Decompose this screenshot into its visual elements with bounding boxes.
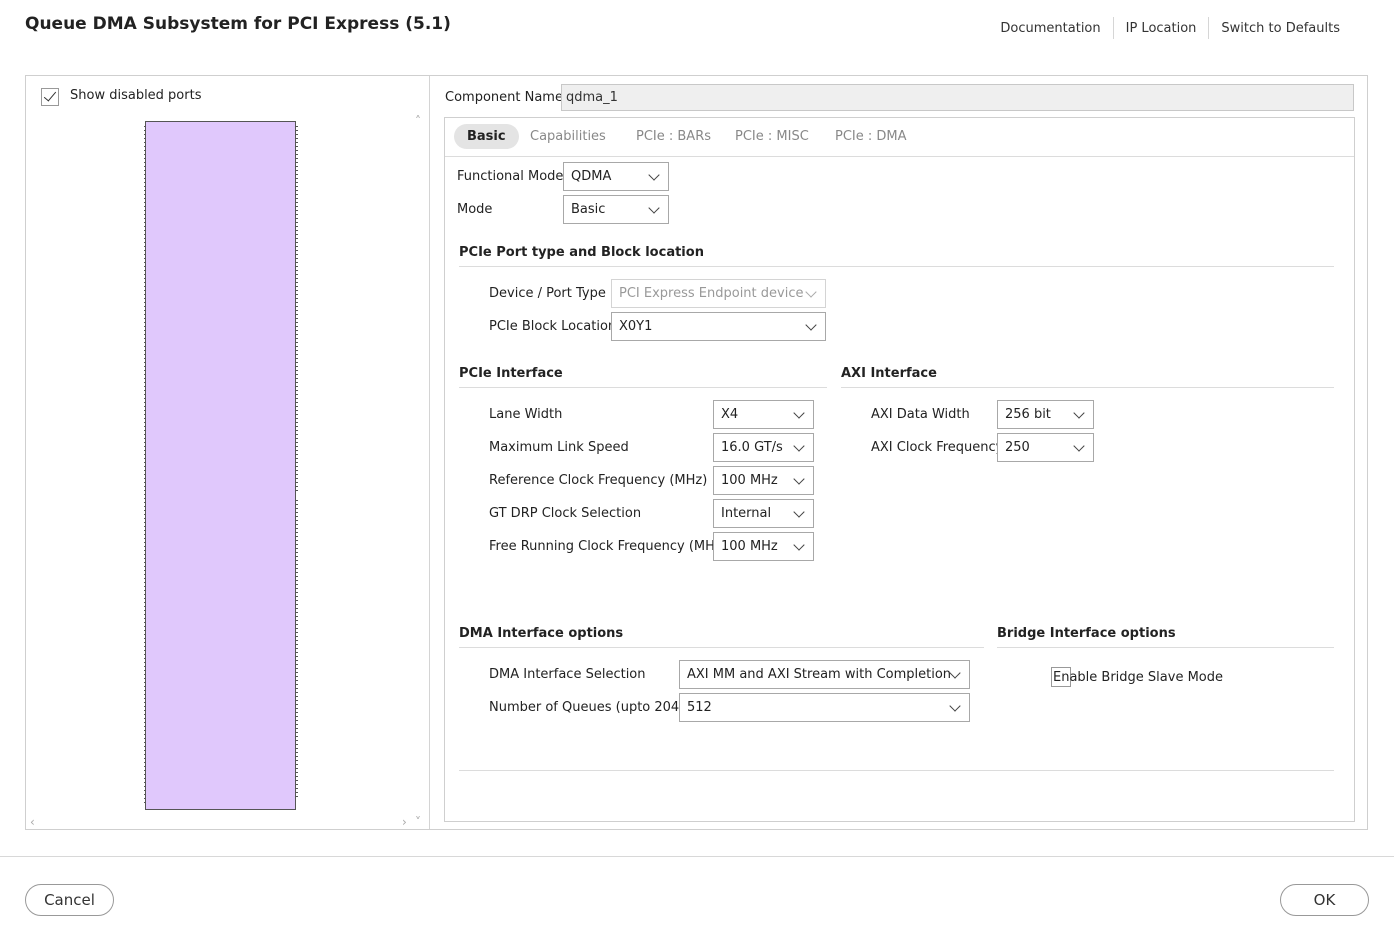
- axi-clock-value: 250: [1005, 440, 1030, 455]
- chevron-down-icon: [793, 539, 805, 551]
- ref-clock-label: Reference Clock Frequency (MHz): [489, 473, 708, 488]
- dma-interface-title: DMA Interface options: [459, 626, 624, 641]
- section-rule: [459, 387, 827, 388]
- num-queues-label: Number of Queues (upto 2048): [489, 700, 693, 715]
- header-links: Documentation IP Location Switch to Defa…: [988, 17, 1352, 39]
- axi-data-width-value: 256 bit: [1005, 407, 1051, 422]
- section-rule: [997, 647, 1334, 648]
- num-queues-select[interactable]: 512: [679, 693, 970, 722]
- pcie-interface-title: PCIe Interface: [459, 366, 563, 381]
- mode-select[interactable]: Basic: [563, 195, 669, 224]
- axi-interface-title: AXI Interface: [841, 366, 937, 381]
- show-disabled-ports-label: Show disabled ports: [70, 88, 202, 103]
- axi-clock-label: AXI Clock Frequency: [871, 440, 1004, 455]
- dialog-title: Queue DMA Subsystem for PCI Express (5.1…: [25, 14, 451, 34]
- tab-pcie-bars[interactable]: PCIe : BARs: [623, 124, 724, 149]
- tab-capabilities[interactable]: Capabilities: [517, 124, 619, 149]
- max-link-speed-label: Maximum Link Speed: [489, 440, 629, 455]
- lane-width-select[interactable]: X4: [713, 400, 814, 429]
- mode-value: Basic: [571, 202, 606, 217]
- functional-mode-label: Functional Mode: [457, 169, 564, 184]
- dma-selection-value: AXI MM and AXI Stream with Completion: [687, 667, 952, 682]
- device-port-type-value: PCI Express Endpoint device: [619, 286, 804, 301]
- tab-basic[interactable]: Basic: [454, 124, 519, 149]
- ip-block-symbol[interactable]: [145, 121, 296, 810]
- block-location-label: PCIe Block Location: [489, 319, 617, 334]
- section-rule: [459, 266, 1334, 267]
- chevron-down-icon: [949, 667, 961, 679]
- tab-pcie-dma[interactable]: PCIe : DMA: [822, 124, 920, 149]
- free-running-value: 100 MHz: [721, 539, 778, 554]
- dma-selection-select[interactable]: AXI MM and AXI Stream with Completion: [679, 660, 970, 689]
- gt-drp-select[interactable]: Internal: [713, 499, 814, 528]
- axi-data-width-label: AXI Data Width: [871, 407, 970, 422]
- component-name-input[interactable]: qdma_1: [561, 84, 1354, 111]
- functional-mode-value: QDMA: [571, 169, 612, 184]
- chevron-down-icon: [1073, 440, 1085, 452]
- scroll-up-icon[interactable]: ˄: [415, 115, 421, 127]
- section-rule: [459, 647, 984, 648]
- chevron-down-icon: [793, 407, 805, 419]
- documentation-link[interactable]: Documentation: [988, 21, 1112, 36]
- functional-mode-select[interactable]: QDMA: [563, 162, 669, 191]
- scroll-down-icon[interactable]: ˅: [415, 816, 421, 828]
- free-running-select[interactable]: 100 MHz: [713, 532, 814, 561]
- scroll-right-icon[interactable]: ›: [402, 816, 407, 828]
- axi-clock-select[interactable]: 250: [997, 433, 1094, 462]
- gt-drp-label: GT DRP Clock Selection: [489, 506, 642, 521]
- bridge-slave-mode-label: Enable Bridge Slave Mode: [1053, 670, 1223, 685]
- section-rule: [841, 387, 1334, 388]
- bridge-interface-title: Bridge Interface options: [997, 626, 1176, 641]
- lane-width-value: X4: [721, 407, 739, 422]
- chevron-down-icon: [793, 473, 805, 485]
- tab-divider: [445, 156, 1354, 157]
- scroll-left-icon[interactable]: ‹: [30, 816, 35, 828]
- chevron-down-icon: [1073, 407, 1085, 419]
- axi-data-width-select[interactable]: 256 bit: [997, 400, 1094, 429]
- mode-label: Mode: [457, 202, 493, 217]
- block-location-select[interactable]: X0Y1: [611, 312, 826, 341]
- chevron-down-icon: [648, 169, 660, 181]
- lane-width-label: Lane Width: [489, 407, 563, 422]
- max-link-speed-value: 16.0 GT/s: [721, 440, 783, 455]
- footer-divider: [0, 856, 1394, 857]
- max-link-speed-select[interactable]: 16.0 GT/s: [713, 433, 814, 462]
- show-disabled-ports-checkbox[interactable]: [41, 88, 59, 106]
- content-bottom-rule: [459, 770, 1334, 771]
- device-port-type-label: Device / Port Type: [489, 286, 606, 301]
- ref-clock-select[interactable]: 100 MHz: [713, 466, 814, 495]
- cancel-button[interactable]: Cancel: [25, 884, 114, 916]
- block-location-value: X0Y1: [619, 319, 653, 334]
- num-queues-value: 512: [687, 700, 712, 715]
- free-running-label: Free Running Clock Frequency (MHz): [489, 539, 727, 554]
- ref-clock-value: 100 MHz: [721, 473, 778, 488]
- chevron-down-icon: [805, 286, 817, 298]
- chevron-down-icon: [793, 506, 805, 518]
- chevron-down-icon: [949, 700, 961, 712]
- chevron-down-icon: [805, 319, 817, 331]
- dma-selection-label: DMA Interface Selection: [489, 667, 646, 682]
- port-section-title: PCIe Port type and Block location: [459, 245, 704, 260]
- ip-location-link[interactable]: IP Location: [1114, 21, 1209, 36]
- tab-pcie-misc[interactable]: PCIe : MISC: [722, 124, 822, 149]
- chevron-down-icon: [793, 440, 805, 452]
- ok-button[interactable]: OK: [1280, 884, 1369, 916]
- component-name-label: Component Name: [445, 90, 563, 105]
- switch-to-defaults-link[interactable]: Switch to Defaults: [1209, 21, 1352, 36]
- gt-drp-value: Internal: [721, 506, 772, 521]
- device-port-type-select: PCI Express Endpoint device: [611, 279, 826, 308]
- chevron-down-icon: [648, 202, 660, 214]
